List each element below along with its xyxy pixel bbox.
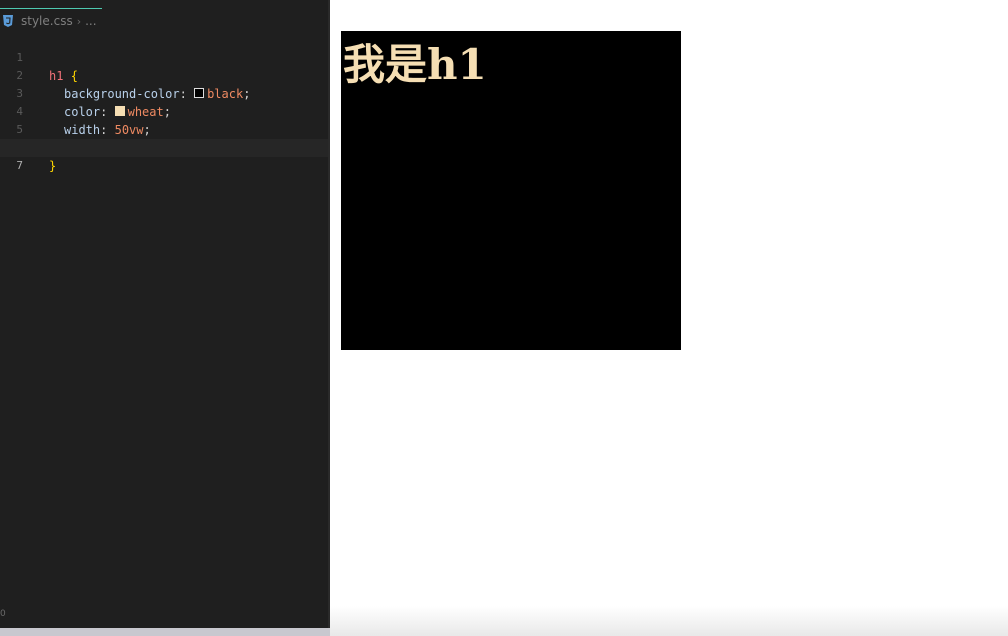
code-area[interactable]: 1 h1 { 2 background-color: black; 3 colo… (0, 31, 328, 173)
h1-heading: 我是h1 (343, 40, 487, 89)
window-bottom-edge (0, 628, 330, 636)
h1-element-box: 我是h1 (341, 31, 681, 350)
code-line[interactable]: 1 h1 { (0, 31, 328, 83)
status-text: 0 (0, 609, 6, 619)
line-number: 7 (16, 159, 23, 172)
breadcrumb-file-name[interactable]: style.css (21, 14, 73, 28)
breadcrumb-ellipsis[interactable]: ... (85, 14, 96, 28)
code-line[interactable]: 3 color: wheat; (0, 67, 328, 119)
code-editor[interactable]: style.css › ... 1 h1 { 2 background-colo… (0, 0, 328, 636)
code-line[interactable]: 4 width: 50vw; (0, 85, 328, 137)
code-line[interactable]: 6 } (0, 121, 328, 173)
code-line[interactable]: 5 height: 50vh; (0, 103, 328, 155)
code-line-active[interactable]: 7 (0, 139, 328, 172)
breadcrumb: style.css › ... (0, 12, 97, 30)
chevron-right-icon: › (76, 14, 82, 28)
css-file-icon (2, 14, 14, 28)
code-line[interactable]: 2 background-color: black; (0, 49, 328, 101)
browser-preview: 我是h1 (330, 0, 1008, 636)
screen: style.css › ... 1 h1 { 2 background-colo… (0, 0, 1008, 636)
preview-bottom-shadow (330, 606, 1008, 636)
active-tab-indicator (0, 8, 102, 9)
